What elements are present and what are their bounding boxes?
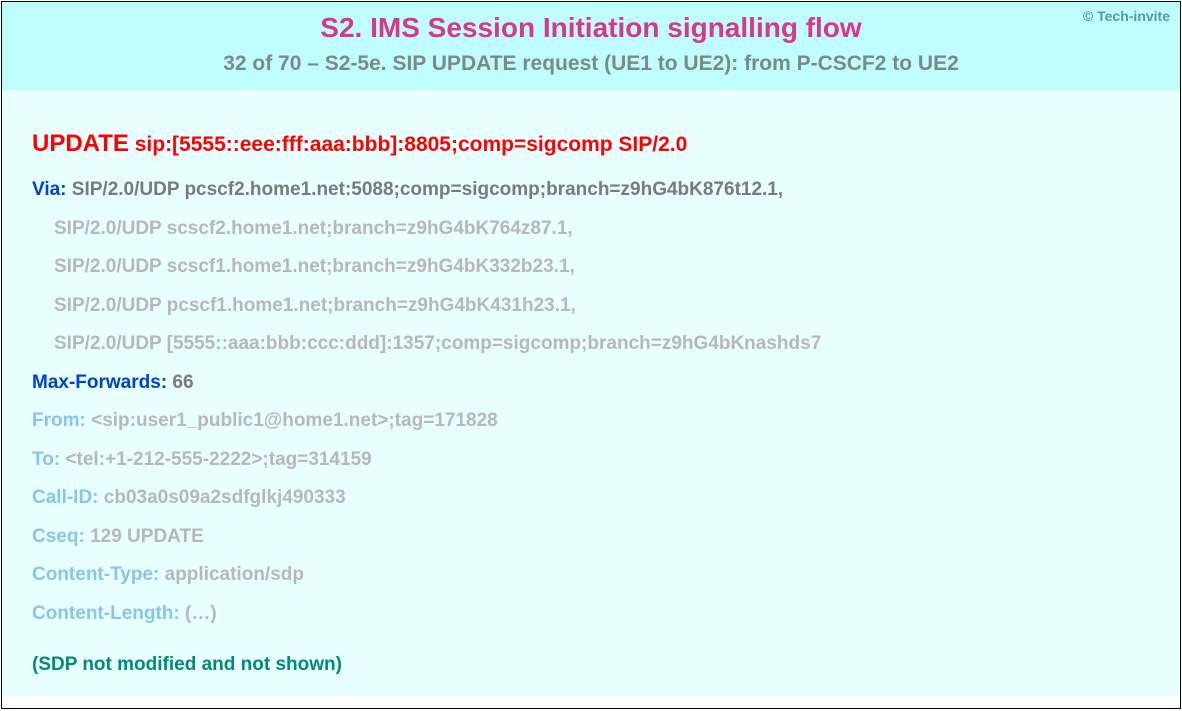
via-continuation: SIP/2.0/UDP [5555::aaa:bbb:ccc:ddd]:1357… (32, 330, 1150, 359)
sip-method: UPDATE (32, 130, 129, 157)
via-continuation: SIP/2.0/UDP pcscf1.home1.net;branch=z9hG… (32, 292, 1150, 321)
via-header-name: Via: (32, 179, 67, 200)
via-continuation: SIP/2.0/UDP scscf1.home1.net;branch=z9hG… (32, 253, 1150, 282)
sip-request-uri: sip:[5555::eee:fff:aaa:bbb]:8805;comp=si… (129, 133, 687, 156)
content-length-name: Content-Length: (32, 603, 180, 624)
call-id-value: cb03a0s09a2sdfglkj490333 (99, 487, 346, 508)
content-type-name: Content-Type: (32, 564, 159, 585)
from-value: <sip:user1_public1@home1.net>;tag=171828 (86, 410, 498, 431)
sip-request-line: UPDATE sip:[5555::eee:fff:aaa:bbb]:8805;… (32, 130, 1150, 158)
message-body: UPDATE sip:[5555::eee:fff:aaa:bbb]:8805;… (2, 90, 1180, 696)
copyright-label: © Tech-invite (1083, 8, 1170, 24)
to-name: To: (32, 449, 60, 470)
page-title: S2. IMS Session Initiation signalling fl… (2, 12, 1180, 44)
to-line: To: <tel:+1-212-555-2222>;tag=314159 (32, 446, 1150, 475)
content-type-value: application/sdp (159, 564, 304, 585)
content-length-line: Content-Length: (…) (32, 600, 1150, 629)
max-forwards-line: Max-Forwards: 66 (32, 369, 1150, 398)
via-continuation: SIP/2.0/UDP scscf2.home1.net;branch=z9hG… (32, 215, 1150, 244)
max-forwards-name: Max-Forwards: (32, 372, 167, 393)
header-band: © Tech-invite S2. IMS Session Initiation… (2, 2, 1180, 90)
to-value: <tel:+1-212-555-2222>;tag=314159 (60, 449, 372, 470)
call-id-name: Call-ID: (32, 487, 99, 508)
cseq-line: Cseq: 129 UPDATE (32, 523, 1150, 552)
sdp-note: (SDP not modified and not shown) (32, 654, 1150, 676)
via-header-first-value: SIP/2.0/UDP pcscf2.home1.net:5088;comp=s… (67, 179, 784, 200)
from-line: From: <sip:user1_public1@home1.net>;tag=… (32, 407, 1150, 436)
call-id-line: Call-ID: cb03a0s09a2sdfglkj490333 (32, 484, 1150, 513)
max-forwards-value: 66 (167, 372, 193, 393)
from-name: From: (32, 410, 86, 431)
cseq-value: 129 UPDATE (85, 526, 204, 547)
cseq-name: Cseq: (32, 526, 85, 547)
content-length-value: (…) (180, 603, 217, 624)
page-subtitle: 32 of 70 – S2-5e. SIP UPDATE request (UE… (2, 52, 1180, 76)
via-header-line: Via: SIP/2.0/UDP pcscf2.home1.net:5088;c… (32, 176, 1150, 205)
document-frame: © Tech-invite S2. IMS Session Initiation… (1, 1, 1181, 709)
content-type-line: Content-Type: application/sdp (32, 561, 1150, 590)
